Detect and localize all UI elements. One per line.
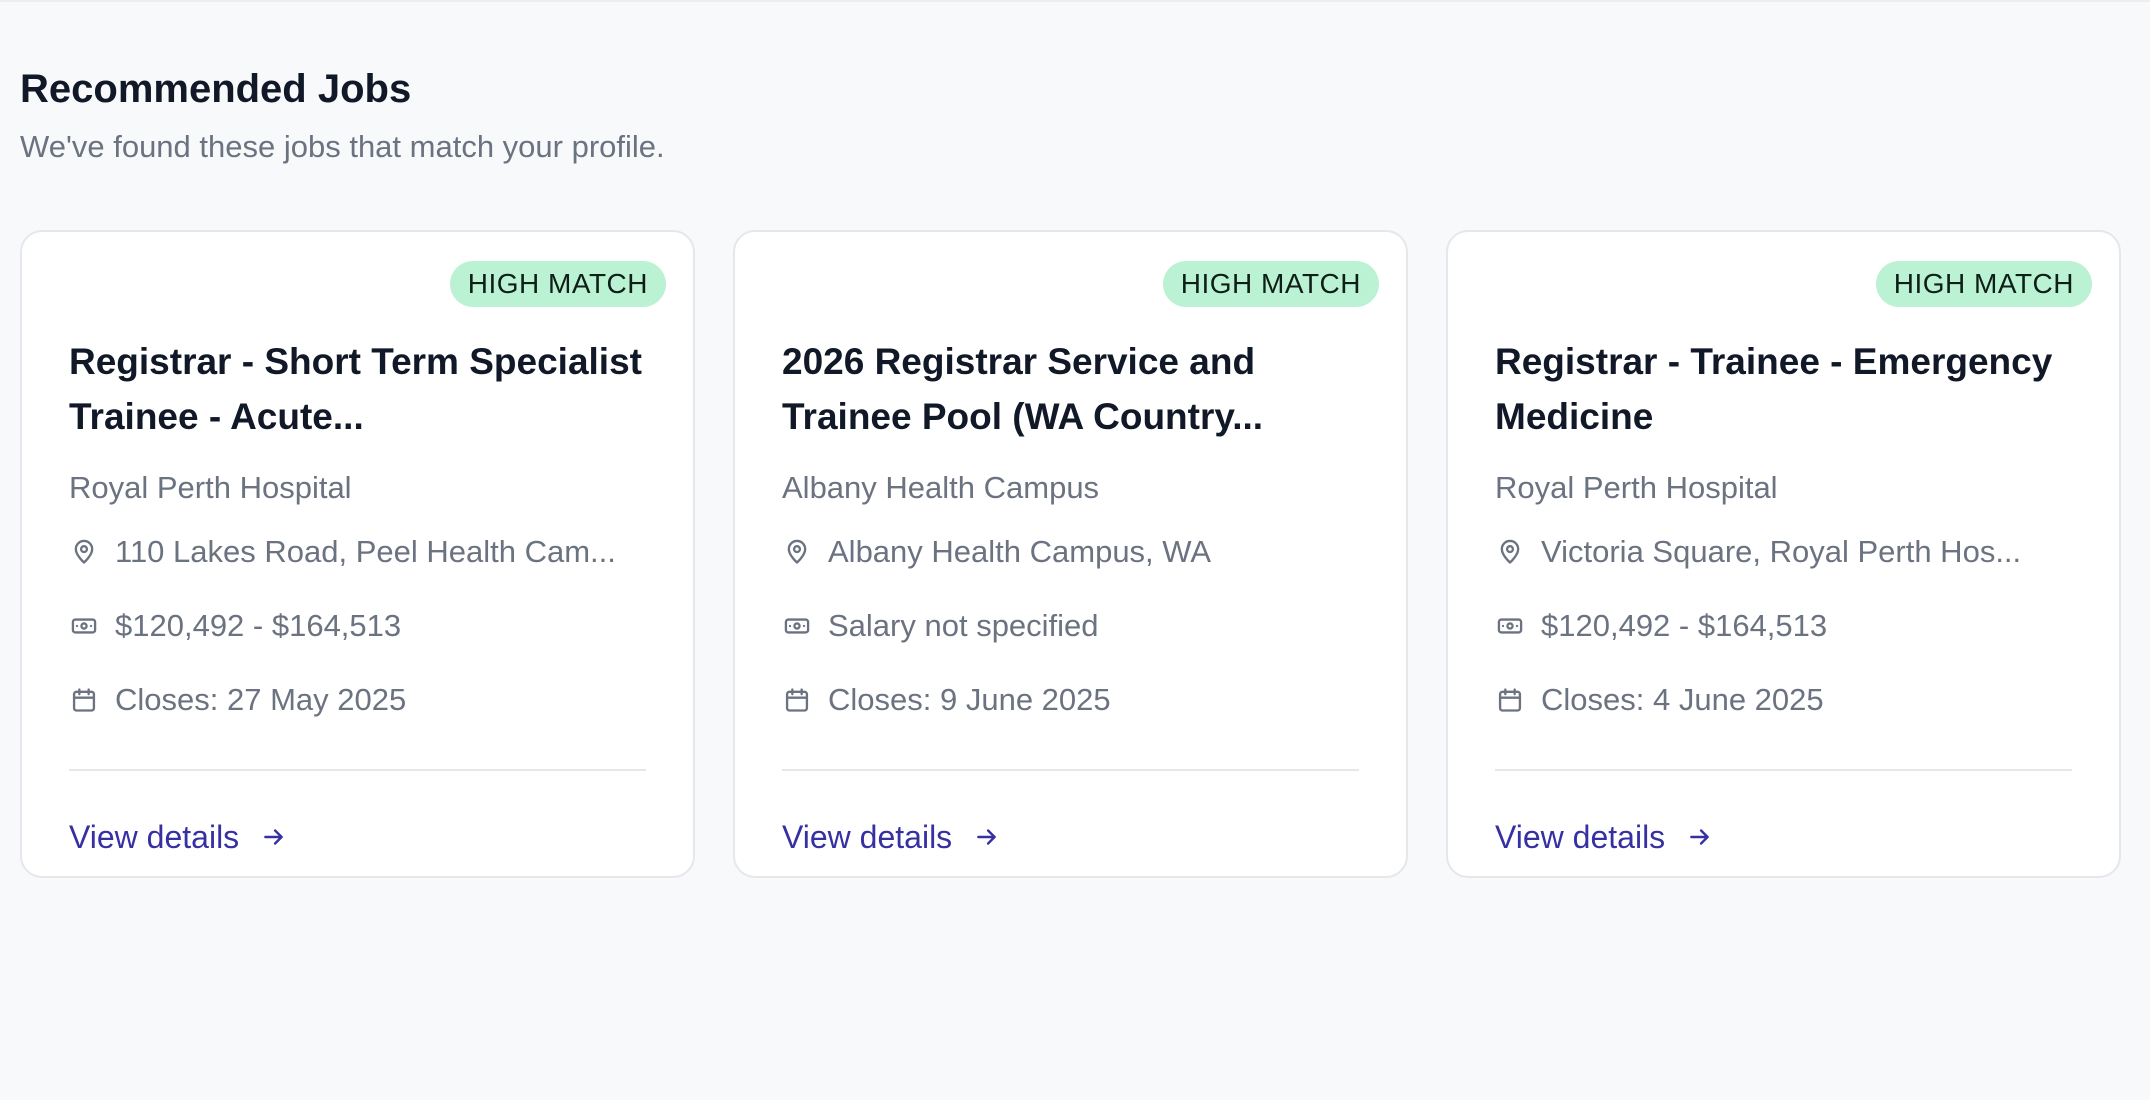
job-location-row: 110 Lakes Road, Peel Health Cam... xyxy=(69,530,646,574)
job-salary: $120,492 - $164,513 xyxy=(115,608,402,643)
job-location-row: Victoria Square, Royal Perth Hos... xyxy=(1495,530,2072,574)
arrow-right-icon xyxy=(1687,823,1715,851)
banknote-icon xyxy=(69,611,99,641)
calendar-icon xyxy=(69,685,99,715)
job-closing-row: Closes: 27 May 2025 xyxy=(69,678,646,722)
job-employer: Albany Health Campus xyxy=(782,470,1100,505)
job-cards-list: HIGH MATCH Registrar - Short Term Specia… xyxy=(20,230,2121,878)
arrow-right-icon xyxy=(974,823,1002,851)
calendar-icon xyxy=(782,685,812,715)
map-pin-icon xyxy=(782,537,812,567)
job-salary: Salary not specified xyxy=(828,608,1099,643)
card-divider xyxy=(69,769,646,771)
job-salary-row: Salary not specified xyxy=(782,604,1359,648)
job-location: 110 Lakes Road, Peel Health Cam... xyxy=(115,534,616,569)
section-title: Recommended Jobs xyxy=(20,67,412,111)
job-employer: Royal Perth Hospital xyxy=(1495,470,1778,505)
view-details-label: View details xyxy=(782,819,953,855)
card-divider xyxy=(782,769,1359,771)
banknote-icon xyxy=(1495,611,1525,641)
job-salary-row: $120,492 - $164,513 xyxy=(1495,604,2072,648)
job-closing-row: Closes: 4 June 2025 xyxy=(1495,678,2072,722)
view-details-label: View details xyxy=(1495,819,1666,855)
map-pin-icon xyxy=(1495,537,1525,567)
job-card[interactable]: HIGH MATCH Registrar - Trainee - Emergen… xyxy=(1446,230,2121,878)
job-salary-row: $120,492 - $164,513 xyxy=(69,604,646,648)
job-location: Albany Health Campus, WA xyxy=(828,534,1212,569)
map-pin-icon xyxy=(69,537,99,567)
view-details-link[interactable]: View details xyxy=(782,815,1002,859)
job-closing-date: Closes: 27 May 2025 xyxy=(115,682,407,717)
job-location: Victoria Square, Royal Perth Hos... xyxy=(1541,534,2022,569)
section-subtitle: We've found these jobs that match your p… xyxy=(20,129,665,164)
job-card[interactable]: HIGH MATCH Registrar - Short Term Specia… xyxy=(20,230,695,878)
job-closing-date: Closes: 9 June 2025 xyxy=(828,682,1111,717)
job-salary: $120,492 - $164,513 xyxy=(1541,608,1828,643)
card-divider xyxy=(1495,769,2072,771)
match-badge: HIGH MATCH xyxy=(1875,261,2092,307)
calendar-icon xyxy=(1495,685,1525,715)
match-badge: HIGH MATCH xyxy=(1162,261,1379,307)
recommended-jobs-section: Recommended Jobs We've found these jobs … xyxy=(20,62,2122,878)
banknote-icon xyxy=(782,611,812,641)
view-details-link[interactable]: View details xyxy=(69,815,289,859)
match-badge: HIGH MATCH xyxy=(449,261,666,307)
job-location-row: Albany Health Campus, WA xyxy=(782,530,1359,574)
top-divider xyxy=(0,0,2150,2)
job-closing-row: Closes: 9 June 2025 xyxy=(782,678,1359,722)
job-card[interactable]: HIGH MATCH 2026 Registrar Service and Tr… xyxy=(733,230,1408,878)
arrow-right-icon xyxy=(261,823,289,851)
job-employer: Royal Perth Hospital xyxy=(69,470,352,505)
view-details-label: View details xyxy=(69,819,240,855)
job-closing-date: Closes: 4 June 2025 xyxy=(1541,682,1824,717)
view-details-link[interactable]: View details xyxy=(1495,815,1715,859)
